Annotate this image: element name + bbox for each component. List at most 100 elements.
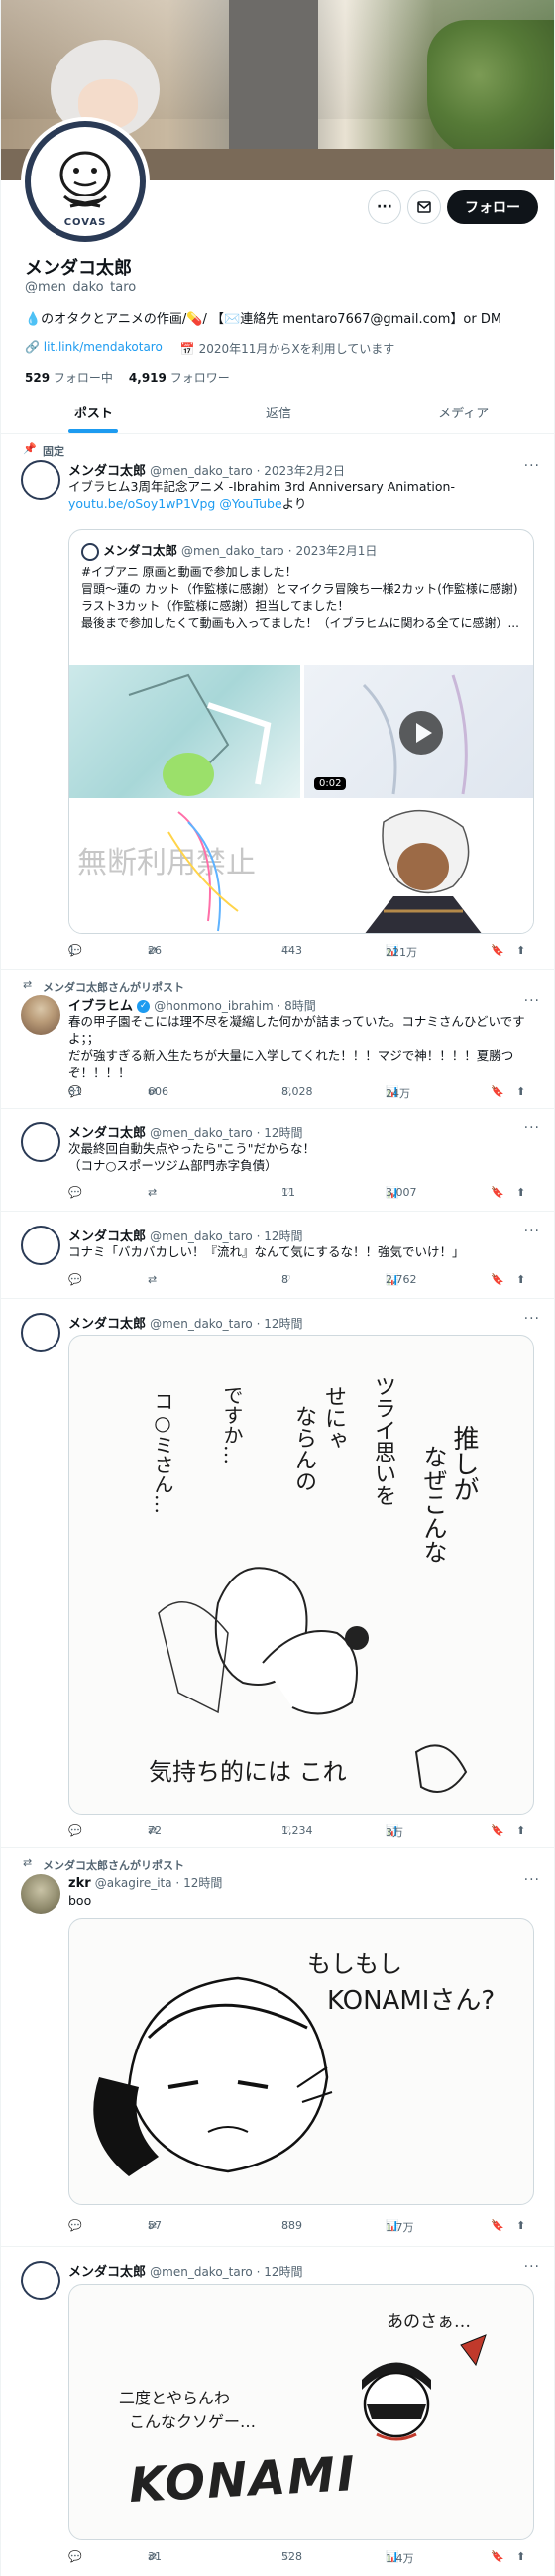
media-image[interactable]: あのさぁ… 二度とやらんわ こんなクソゲー… KONAMI (68, 2284, 534, 2540)
tweet-retweeted[interactable]: ⇄ メンダコ太郎さんがリポスト イブラヒム ✓ @honmono_ibrahim… (1, 970, 554, 1109)
avatar[interactable] (21, 1122, 60, 1162)
tweet-context: 固定 (43, 445, 64, 458)
bookmark-icon: 🔖 (491, 944, 504, 957)
tweet-actions: 💬 ⇄ 31 ♡ 528 📊 1.4万 🔖 ⬆ (68, 2550, 526, 2565)
tweet-actions: 💬 ⇄ 72 ♡ 1,234 📊 3万 🔖 ⬆ (68, 1824, 526, 1839)
mail-icon (417, 201, 431, 213)
share-icon: ⬆ (516, 1085, 526, 1098)
tweet[interactable]: メンダコ太郎 @men_dako_taro · 12時間 ··· 次最終回自動失… (1, 1109, 554, 1212)
profile-joined: 📅 2020年11月からXを利用しています (179, 342, 395, 356)
pin-icon: 📌 (23, 442, 37, 455)
tweet-more-button[interactable]: ··· (524, 1224, 540, 1239)
tweet-context: メンダコ太郎さんがリポスト (43, 1859, 184, 1872)
bookmark-icon: 🔖 (491, 1824, 504, 1837)
tweet-header: メンダコ太郎 @men_dako_taro · 12時間 (68, 1126, 303, 1141)
avatar[interactable] (21, 1226, 60, 1265)
avatar[interactable] (21, 995, 60, 1035)
tweet-more-button[interactable]: ··· (524, 994, 540, 1009)
share-icon: ⬆ (516, 944, 526, 957)
video-thumbnail[interactable]: 0:02 (304, 665, 533, 798)
share-icon: ⬆ (516, 2550, 526, 2563)
tweet-header: メンダコ太郎 @men_dako_taro · 12時間 (68, 1229, 303, 1244)
tweet-more-button[interactable]: ··· (524, 458, 540, 474)
tweet-with-media[interactable]: メンダコ太郎 @men_dako_taro · 12時間 ··· 推しが なぜこ… (1, 1299, 554, 1848)
tweet-header: イブラヒム ✓ @honmono_ibrahim · 8時間 (68, 999, 316, 1014)
share-icon: ⬆ (516, 2219, 526, 2232)
quoted-tweet[interactable]: メンダコ太郎 @men_dako_taro · 2023年2月1日 #イブアニ … (68, 529, 534, 934)
tweet-actions: 💬 ⇄ ♡ 11 📊 3,007 🔖 ⬆ (68, 1186, 526, 1199)
profile-avatar[interactable]: COVAS (21, 117, 150, 246)
profile-bio: 💧のオタクとアニメの作画/💊/ 【✉️連絡先 mentaro7667@gmail… (25, 312, 502, 327)
profile-link[interactable]: lit.link/mendakotaro (44, 340, 163, 354)
quote-text: #イブアニ 原画と動画で参加しました！ 冒頭〜蓮の カット（作監様に感謝）とマイ… (81, 565, 519, 630)
avatar[interactable] (21, 2261, 60, 2300)
media-grid: 0:02 無断利用禁止 (69, 665, 533, 933)
tab-posts[interactable]: ポスト (1, 395, 186, 433)
following-stat[interactable]: 529 フォロー中 (25, 369, 113, 386)
profile-page: COVAS ··· フォロー メンダコ太郎 @men_dako_taro 💧のオ… (0, 0, 555, 2576)
reply-icon: 💬 (68, 2550, 82, 2563)
follow-stats: 529 フォロー中 4,919 フォロワー (25, 369, 230, 386)
avatar[interactable] (21, 1313, 60, 1352)
tweet-more-button[interactable]: ··· (524, 2259, 540, 2275)
share-icon: ⬆ (516, 1186, 526, 1199)
tweet-actions: 💬 81 ⇄ 606 ♡ 8,028 📊 24万 🔖 ⬆ (68, 1085, 526, 1100)
tweet-text: 春の甲子園そこには理不尽を凝縮した何かが詰まっていた。コナミさんひどいですよ；；… (68, 1014, 525, 1080)
media-image[interactable] (304, 802, 533, 933)
play-icon[interactable] (399, 711, 443, 755)
media-image[interactable] (69, 665, 300, 798)
media-image[interactable]: もしもし KONAMIさん? (68, 1918, 534, 2205)
tweet-actions: 💬 ⇄ 57 ♡ 889 📊 1.7万 🔖 ⬆ (68, 2219, 526, 2234)
reply-icon: 💬 (68, 2219, 82, 2232)
tweet-text: boo (68, 1893, 92, 1908)
profile-name: メンダコ太郎 (25, 258, 132, 279)
tab-replies[interactable]: 返信 (186, 395, 372, 433)
profile-link-item[interactable]: 🔗 lit.link/mendakotaro (25, 340, 163, 357)
profile-tabs: ポスト 返信 メディア (1, 395, 554, 434)
tweet-link[interactable]: youtu.be/oSoy1wP1Vpg (68, 496, 215, 511)
reply-icon: 💬 (68, 1273, 82, 1286)
followers-stat[interactable]: 4,919 フォロワー (129, 369, 230, 386)
more-icon: ··· (377, 199, 392, 215)
tweet-with-media[interactable]: メンダコ太郎 @men_dako_taro · 12時間 ··· あのさぁ… 二… (1, 2247, 554, 2576)
tweet-header: メンダコ太郎 @men_dako_taro · 2023年2月2日 (68, 464, 346, 479)
video-duration: 0:02 (314, 777, 347, 790)
reply-icon: 💬 (68, 1186, 82, 1199)
avatar-brand: COVAS (63, 217, 107, 228)
tweet-header: メンダコ太郎 @men_dako_taro · 12時間 (68, 1317, 303, 1332)
tweet-more-button[interactable]: ··· (524, 1872, 540, 1888)
follow-button[interactable]: フォロー (447, 190, 538, 224)
tweet-text: 次最終回自動失点やったら"こう"だからな！ （コナ○スポーツジム部門赤字負債） (68, 1141, 315, 1173)
tweet-more-button[interactable]: ··· (524, 1311, 540, 1327)
retweet-icon: ⇄ (23, 978, 33, 991)
profile-meta: 🔗 lit.link/mendakotaro 📅 2020年11月からXを利用し… (25, 340, 394, 357)
media-image[interactable]: 無断利用禁止 (69, 802, 300, 933)
bookmark-icon: 🔖 (491, 2219, 504, 2232)
tweet-mention[interactable]: @YouTube (219, 496, 281, 511)
quote-header: メンダコ太郎 @men_dako_taro · 2023年2月1日 (81, 540, 377, 561)
tweet-more-button[interactable]: ··· (524, 1120, 540, 1136)
tweet-header: メンダコ太郎 @men_dako_taro · 12時間 (68, 2265, 303, 2280)
share-icon: ⬆ (516, 1824, 526, 1837)
avatar[interactable] (21, 460, 60, 500)
tweet-text: イブラヒム3周年記念アニメ -Ibrahim 3rd Anniversary A… (68, 479, 455, 511)
profile-handle: @men_dako_taro (25, 280, 137, 294)
bookmark-icon: 🔖 (491, 1186, 504, 1199)
share-icon: ⬆ (516, 1273, 526, 1286)
retweet-icon: ⇄ (148, 1186, 158, 1199)
link-icon: 🔗 (25, 340, 40, 354)
calendar-icon: 📅 (179, 342, 195, 356)
tweet-pinned[interactable]: 📌 固定 メンダコ太郎 @men_dako_taro · 2023年2月2日 ·… (1, 434, 554, 970)
tweet-header: zkr @akagire_ita · 12時間 (68, 1876, 223, 1891)
avatar[interactable] (21, 1874, 60, 1914)
verified-icon: ✓ (137, 1000, 151, 1013)
media-image[interactable]: 推しが なぜこんな ツライ思いを せにゃ ならんの ですか… コ○ミさん… 気持… (68, 1335, 534, 1815)
more-options-button[interactable]: ··· (368, 190, 401, 224)
tweet-actions: 💬 ⇄ ♡ 8 📊 2,762 🔖 ⬆ (68, 1273, 526, 1286)
tweet[interactable]: メンダコ太郎 @men_dako_taro · 12時間 ··· コナミ「バカバ… (1, 1212, 554, 1299)
tweet-actions: 💬 1 ⇄ 26 ♡ 443 📊 221万 🔖 ⬆ (68, 944, 526, 959)
tweet-retweeted[interactable]: ⇄ メンダコ太郎さんがリポスト zkr @akagire_ita · 12時間 … (1, 1848, 554, 2247)
message-button[interactable] (407, 190, 441, 224)
retweet-icon: ⇄ (148, 1273, 158, 1286)
tab-media[interactable]: メディア (371, 395, 554, 433)
